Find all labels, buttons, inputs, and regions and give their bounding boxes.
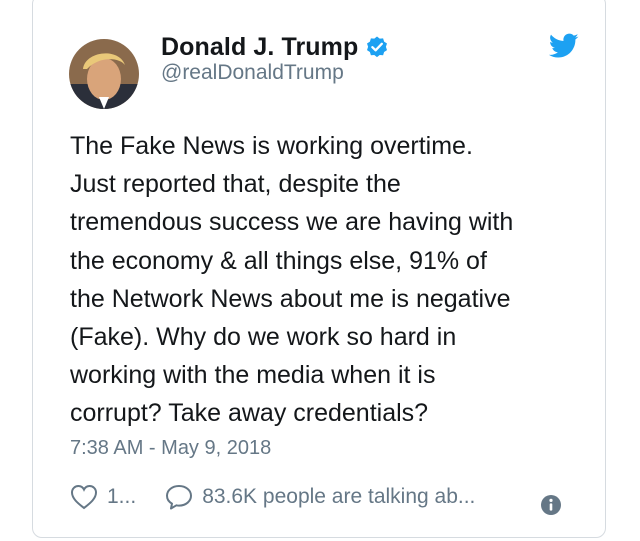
tweet-actions: 1... 83.6K people are talking ab... (69, 479, 569, 515)
like-count: 1... (107, 485, 137, 508)
avatar-image (69, 39, 139, 109)
verified-badge-icon (365, 35, 389, 59)
info-icon[interactable] (541, 495, 561, 515)
display-name[interactable]: Donald J. Trump (161, 33, 358, 62)
tweet-card[interactable]: Donald J. Trump @realDonaldTrump The Fak… (32, 0, 606, 538)
conversation-link[interactable]: 83.6K people are talking ab... (164, 483, 475, 511)
like-button[interactable]: 1... (69, 483, 136, 511)
twitter-bird-icon[interactable] (548, 33, 579, 59)
speech-bubble-icon (166, 485, 193, 510)
avatar[interactable] (69, 39, 139, 109)
tweet-text: The Fake News is working overtime. Just … (70, 132, 514, 428)
timestamp[interactable]: 7:38 AM - May 9, 2018 (70, 437, 271, 460)
name-row[interactable]: Donald J. Trump (161, 31, 389, 63)
talking-count: 83.6K people are talking ab... (202, 485, 476, 508)
heart-icon (70, 484, 98, 510)
handle[interactable]: @realDonaldTrump (161, 61, 344, 85)
